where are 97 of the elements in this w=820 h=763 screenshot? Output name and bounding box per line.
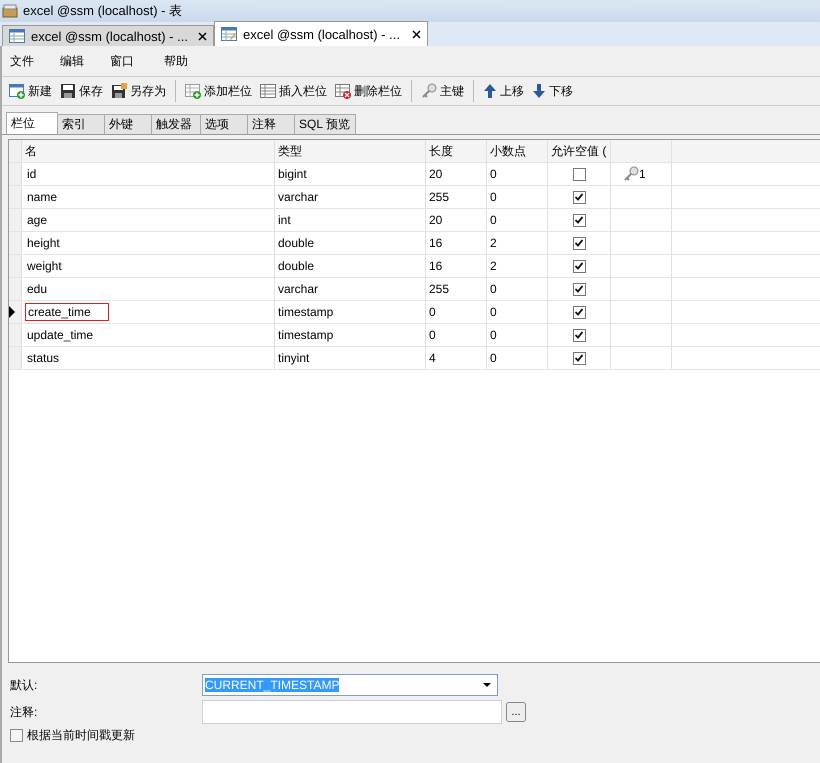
table-cell-text: age [26, 212, 48, 228]
toolbar-button[interactable]: 新建 [6, 80, 55, 102]
table-cell: 4 [426, 347, 487, 369]
save-icon [60, 83, 76, 99]
column-header[interactable]: 类型 [275, 140, 426, 162]
toolbar-button[interactable]: 另存为 [108, 80, 169, 102]
table-cell: tinyint [275, 347, 426, 369]
checkbox[interactable] [572, 352, 586, 364]
insert-column-icon [260, 83, 276, 99]
browse-button[interactable]: ... [506, 702, 526, 722]
toolbar-button[interactable]: 插入栏位 [257, 80, 330, 102]
table-cell: 20 [426, 163, 487, 185]
toolbar-button[interactable]: 主键 [418, 80, 467, 102]
checkbox[interactable] [572, 306, 586, 318]
toolbar-button[interactable]: 添加栏位 [182, 80, 255, 102]
column-header[interactable]: 名 [22, 140, 275, 162]
default-label: 默认: [10, 676, 38, 694]
table-cell: 16 [426, 255, 487, 277]
table-icon [221, 27, 237, 41]
row-header[interactable] [9, 301, 22, 323]
table-cell: int [275, 209, 426, 231]
table-cell: 20 [426, 209, 487, 231]
toolbar-button[interactable]: 删除栏位 [332, 80, 405, 102]
up-arrow-icon [483, 83, 497, 99]
toolbar-button[interactable]: 保存 [57, 80, 106, 102]
menu-item[interactable]: 窗口 [110, 52, 164, 70]
table-cell: create_time [25, 303, 109, 321]
checkbox[interactable] [572, 190, 586, 204]
table-cell: 0 [426, 324, 487, 346]
table-cell: 0 [487, 186, 548, 208]
table-cell: 0 [487, 278, 548, 300]
tab[interactable]: 外键 [104, 114, 152, 134]
comment-label: 注释: [10, 704, 38, 720]
column-header[interactable]: 允许空值 ( [548, 140, 611, 162]
app-icon [2, 4, 18, 18]
table-cell: 0 [487, 301, 548, 323]
menu-item[interactable]: 文件 [10, 52, 60, 70]
close-icon[interactable] [198, 32, 207, 40]
table-cell: 0 [487, 347, 548, 369]
delete-column-icon [335, 83, 351, 99]
checkbox[interactable] [10, 729, 23, 742]
tab[interactable]: 栏位 [6, 112, 58, 134]
table-cell: 2 [487, 255, 548, 277]
key-order: 1 [639, 167, 646, 181]
key-icon [421, 83, 437, 99]
table-cell: 255 [426, 186, 487, 208]
table-cell-text: weight [26, 258, 63, 274]
menu-item[interactable]: 帮助 [164, 52, 214, 70]
checkbox[interactable] [572, 282, 586, 296]
table-cell: timestamp [275, 301, 426, 323]
table-cell: 2 [487, 232, 548, 254]
checkbox-label: 根据当前时间戳更新 [27, 727, 135, 744]
table-cell-text: id [26, 166, 38, 182]
table-cell: 0 [487, 209, 548, 231]
caret-icon [483, 683, 491, 687]
table-cell: bigint [275, 163, 426, 185]
table-cell: 0 [487, 324, 548, 346]
checkbox[interactable] [572, 328, 586, 342]
table-cell-text: height [26, 235, 61, 251]
toolbar-button[interactable]: 上移 [480, 80, 527, 102]
table-cell: timestamp [275, 324, 426, 346]
tab[interactable]: 注释 [247, 114, 295, 134]
window-title: excel @ssm (localhost) - 表 [23, 2, 182, 20]
table-cell-text: name [26, 189, 58, 205]
table-cell: varchar [275, 278, 426, 300]
table-icon [9, 29, 25, 43]
save-as-icon [111, 83, 127, 99]
tab[interactable]: 触发器 [151, 114, 201, 134]
tab[interactable]: 选项 [200, 114, 248, 134]
table-cell-text: edu [26, 281, 48, 297]
table-cell: varchar [275, 186, 426, 208]
table-cell-text: status [26, 350, 60, 366]
add-column-icon [185, 83, 201, 99]
column-header[interactable]: 长度 [426, 140, 487, 162]
table-cell: 16 [426, 232, 487, 254]
checkbox[interactable] [572, 260, 586, 272]
tab[interactable]: SQL 预览 [294, 114, 356, 134]
checkbox[interactable] [572, 214, 586, 226]
comment-field[interactable] [202, 700, 502, 724]
column-header[interactable]: 小数点 [487, 140, 548, 162]
new-table-icon [9, 83, 25, 99]
table-cell-text: update_time [26, 327, 94, 343]
checkbox[interactable] [572, 168, 586, 180]
table-cell: 255 [426, 278, 487, 300]
down-arrow-icon [532, 83, 546, 99]
menu-item[interactable]: 编辑 [60, 52, 110, 70]
table-cell: double [275, 232, 426, 254]
document-tab[interactable]: excel @ssm (localhost) - ... [2, 25, 214, 46]
close-icon[interactable] [412, 30, 421, 38]
table-cell: double [275, 255, 426, 277]
checkbox[interactable] [572, 236, 586, 250]
table-cell: 0 [426, 301, 487, 323]
tab[interactable]: 索引 [57, 114, 105, 134]
key-icon [623, 166, 639, 182]
toolbar-button[interactable]: 下移 [529, 80, 576, 102]
table-cell: 0 [487, 163, 548, 185]
document-tab[interactable]: excel @ssm (localhost) - ... [214, 21, 428, 46]
